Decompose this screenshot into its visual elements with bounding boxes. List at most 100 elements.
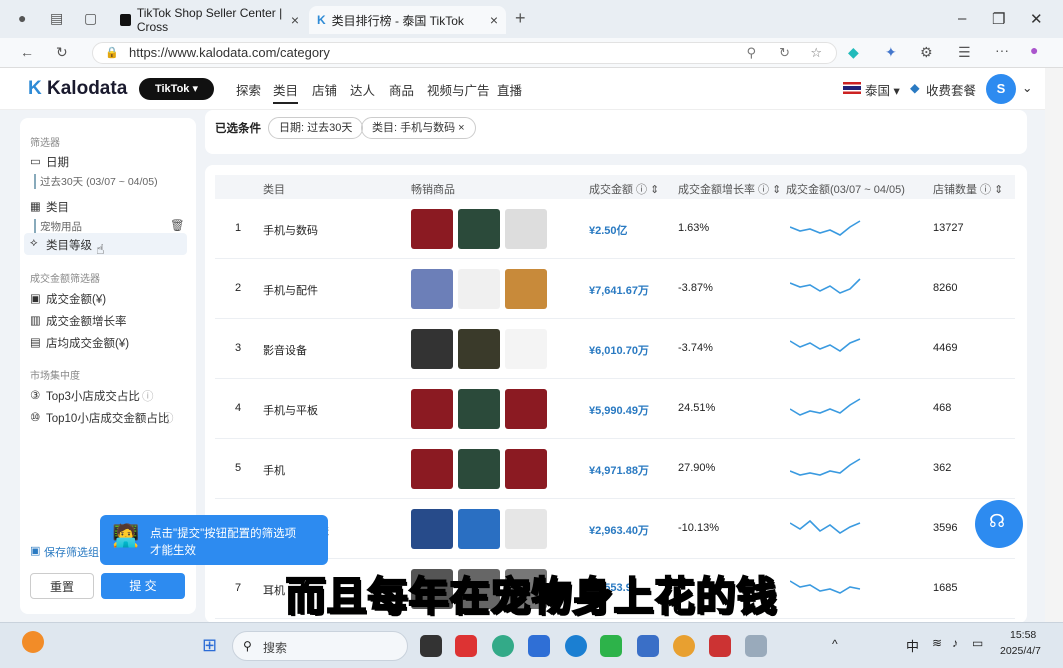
url-input[interactable]: 🔒 https://www.kalodata.com/category ⚲ ↻ … <box>92 42 837 64</box>
category-value[interactable]: 宠物用品 <box>34 219 82 234</box>
copilot-icon[interactable]: ● <box>1030 42 1038 58</box>
chrome-icon[interactable] <box>673 635 695 657</box>
nav-explore[interactable]: 探索 <box>236 80 261 99</box>
favorites-icon[interactable]: ☰ <box>958 44 971 61</box>
product-thumbnail[interactable] <box>458 389 500 429</box>
nav-shop[interactable]: 店铺 <box>312 80 337 99</box>
wechat-icon[interactable] <box>600 635 622 657</box>
category-label[interactable]: 类目 <box>46 199 69 215</box>
product-thumbnail[interactable] <box>505 509 547 549</box>
trash-icon[interactable]: 🗑 <box>170 218 185 232</box>
plan-link[interactable]: 收费套餐 <box>926 80 976 99</box>
product-thumbnail[interactable] <box>505 269 547 309</box>
date-chip[interactable]: 日期: 过去30天 <box>268 117 364 139</box>
table-row[interactable]: 1 手机与数码 ¥2.50亿 1.63% 13727 <box>215 199 1015 259</box>
nav-video-ads[interactable]: 视频与广告 <box>427 80 490 99</box>
product-thumbnail[interactable] <box>458 269 500 309</box>
table-row[interactable]: 4 手机与平板 ¥5,990.49万 24.51% 468 <box>215 379 1015 439</box>
taskbar-search[interactable]: ⚲ 搜索 <box>232 631 408 661</box>
app-icon[interactable] <box>420 635 442 657</box>
date-label[interactable]: 日期 <box>46 154 69 170</box>
close-tab-icon[interactable]: × <box>490 12 498 28</box>
wifi-icon[interactable]: ≋ <box>932 636 942 650</box>
windows-start-icon[interactable]: ⊞ <box>202 635 217 656</box>
volume-icon[interactable]: ♪ <box>952 636 958 650</box>
extension-icon[interactable]: ◆ <box>848 44 859 61</box>
wps-icon[interactable] <box>455 635 477 657</box>
product-thumbnail[interactable] <box>505 449 547 489</box>
header-amount[interactable]: 成交金额 ⓘ ⇕ <box>589 181 659 197</box>
nav-live[interactable]: 直播 <box>497 80 522 99</box>
clock-date[interactable]: 2025/4/7 <box>1000 645 1041 657</box>
avatar[interactable]: S <box>986 74 1016 104</box>
translate-icon[interactable]: ↻ <box>779 43 790 63</box>
edge-browser-icon[interactable] <box>565 635 587 657</box>
close-tab-icon[interactable]: × <box>291 12 299 28</box>
product-thumbnail[interactable] <box>411 209 453 249</box>
product-thumbnail[interactable] <box>505 209 547 249</box>
tab-seller-center[interactable]: TikTok Shop Seller Center | Cross × <box>112 6 307 34</box>
chevron-up-icon[interactable]: ^ <box>832 637 838 651</box>
chevron-down-icon[interactable]: ⌄ <box>1022 80 1032 95</box>
product-thumbnail[interactable] <box>411 449 453 489</box>
favorite-star-icon[interactable]: ☆ <box>810 43 822 63</box>
logo[interactable]: K Kalodata <box>28 78 127 100</box>
top10-item[interactable]: Top10小店成交金额占比 <box>46 410 169 426</box>
product-thumbnail[interactable] <box>505 329 547 369</box>
header-shops[interactable]: 店铺数量 ⓘ ⇕ <box>933 181 1003 197</box>
category-level-label[interactable]: 类目等级 <box>46 237 92 253</box>
clock-time[interactable]: 15:58 <box>1010 629 1036 641</box>
product-thumbnail[interactable] <box>411 509 453 549</box>
window-close-icon[interactable]: ✕ <box>1030 10 1043 28</box>
table-row[interactable]: 保护膜、皮肤¥2,963.40万-10.13%3596 <box>215 499 1015 559</box>
product-thumbnail[interactable] <box>411 389 453 429</box>
product-thumbnail[interactable] <box>458 329 500 369</box>
table-row[interactable]: 2 手机与配件 ¥7,641.67万 -3.87% 8260 <box>215 259 1015 319</box>
date-value[interactable]: 过去30天 (03/07 ~ 04/05) <box>34 174 158 189</box>
battery-icon[interactable]: ▭ <box>972 636 983 650</box>
header-category[interactable]: 类目 <box>263 181 285 197</box>
region-selector[interactable]: 泰国 ▾ <box>865 80 900 99</box>
platform-selector[interactable]: TikTok ▾ <box>139 78 214 100</box>
page-scrollbar[interactable] <box>1045 68 1063 622</box>
zoom-icon[interactable]: ⚲ <box>746 43 756 63</box>
workspaces-icon[interactable]: ▤ <box>50 10 63 27</box>
nav-category[interactable]: 类目 <box>273 80 299 104</box>
back-icon[interactable]: ← <box>20 44 34 60</box>
category-cell[interactable]: 手机 <box>263 462 285 478</box>
edge-icon[interactable] <box>492 635 514 657</box>
notepad-icon[interactable] <box>637 635 659 657</box>
support-button[interactable]: ☊ <box>975 500 1023 548</box>
nav-creator[interactable]: 达人 <box>350 80 375 99</box>
app-icon[interactable] <box>709 635 731 657</box>
category-cell[interactable]: 手机与配件 <box>263 282 318 298</box>
category-cell[interactable]: 手机与平板 <box>263 402 318 418</box>
avg-amount-item[interactable]: 店均成交金额(¥) <box>46 335 129 351</box>
category-cell[interactable]: 影音设备 <box>263 342 307 358</box>
table-row[interactable]: 3 影音设备 ¥6,010.70万 -3.74% 4469 <box>215 319 1015 379</box>
tab-actions-icon[interactable]: ▢ <box>84 10 97 27</box>
more-icon[interactable]: ··· <box>995 42 1009 58</box>
product-thumbnail[interactable] <box>458 509 500 549</box>
top3-item[interactable]: Top3小店成交占比 <box>46 388 140 404</box>
app-icon[interactable] <box>745 635 767 657</box>
restore-icon[interactable]: ❐ <box>992 10 1005 28</box>
product-thumbnail[interactable] <box>458 449 500 489</box>
amount-item[interactable]: 成交金额(¥) <box>46 291 106 307</box>
profile-icon[interactable]: ● <box>18 10 26 26</box>
product-thumbnail[interactable] <box>411 329 453 369</box>
product-thumbnail[interactable] <box>411 269 453 309</box>
nav-product[interactable]: 商品 <box>389 80 414 99</box>
header-growth[interactable]: 成交金额增长率 ⓘ ⇕ <box>678 181 781 197</box>
weather-icon[interactable] <box>22 631 44 653</box>
kalodata-app-icon[interactable] <box>528 635 550 657</box>
growth-item[interactable]: 成交金额增长率 <box>46 313 127 329</box>
ime-indicator[interactable]: 中 <box>906 636 919 655</box>
extension-icon[interactable]: ✦ <box>885 44 897 61</box>
product-thumbnail[interactable] <box>505 389 547 429</box>
minimize-icon[interactable]: – <box>958 10 966 27</box>
refresh-icon[interactable]: ↻ <box>56 44 68 61</box>
category-cell[interactable]: 手机与数码 <box>263 222 318 238</box>
new-tab-icon[interactable]: + <box>515 8 526 29</box>
table-row[interactable]: 5 手机 ¥4,971.88万 27.90% 362 <box>215 439 1015 499</box>
